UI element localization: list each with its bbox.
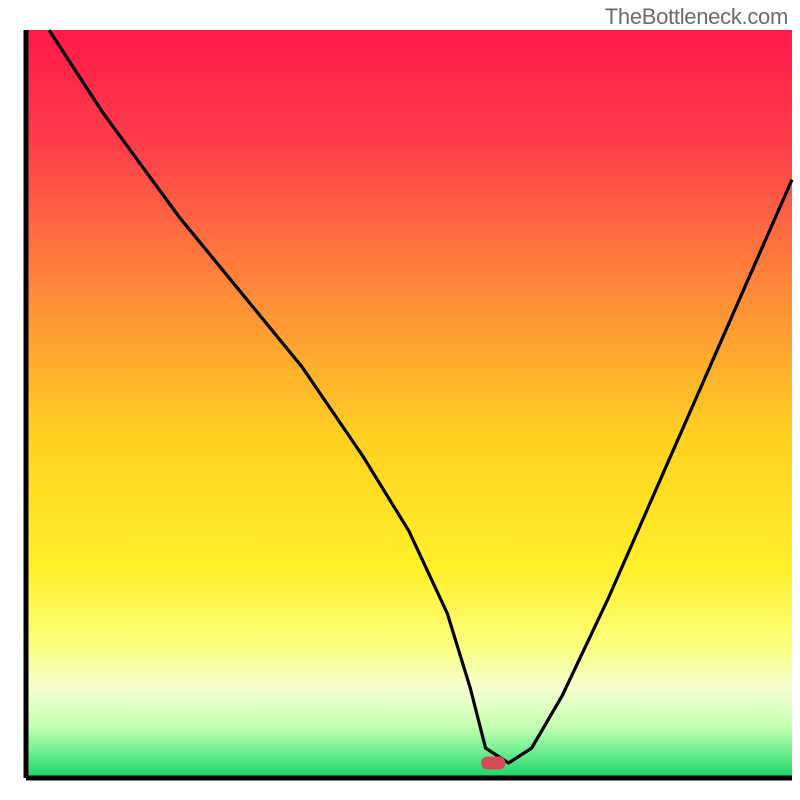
plot-background — [26, 30, 792, 778]
chart-canvas — [0, 0, 800, 800]
watermark-label: TheBottleneck.com — [605, 4, 788, 30]
bottleneck-chart: TheBottleneck.com — [0, 0, 800, 800]
optimal-marker — [481, 757, 505, 770]
